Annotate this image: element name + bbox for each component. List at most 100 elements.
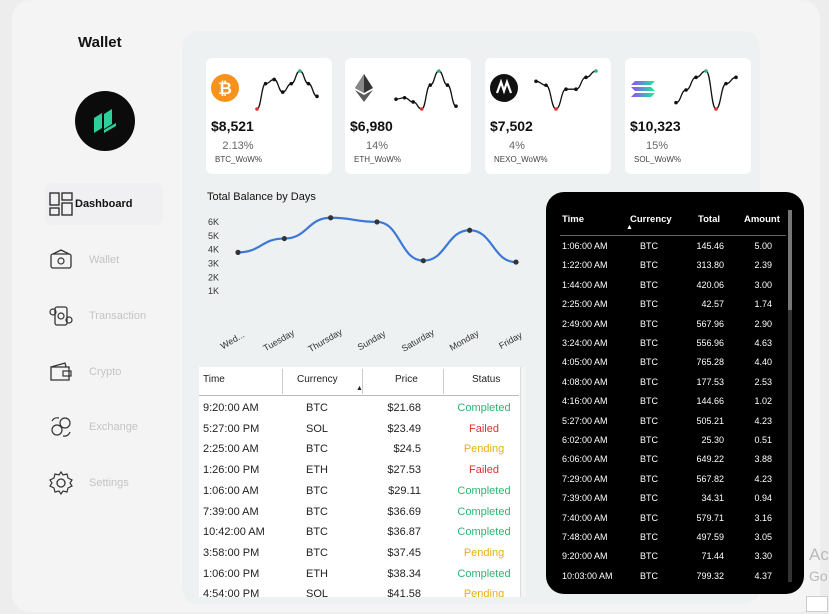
cell-total: 567.96 (696, 318, 724, 329)
sort-asc-icon[interactable]: ▲ (626, 224, 633, 231)
table-row[interactable]: 6:02:00 AM BTC 25.30 0.51 (560, 431, 786, 450)
column-header[interactable]: Currency (630, 214, 672, 225)
transaction-icon (48, 303, 74, 329)
cell-currency: SOL (305, 422, 328, 435)
table-row[interactable]: 4:08:00 AM BTC 177.53 2.53 (560, 373, 786, 392)
cell-time: 7:29:00 AM (562, 473, 608, 484)
column-header[interactable]: Time (203, 374, 225, 385)
table-row[interactable]: 4:05:00 AM BTC 765.28 4.40 (560, 353, 786, 372)
sidebar-item-crypto[interactable]: Crypto (45, 351, 163, 393)
cell-amount: 3.16 (754, 512, 772, 523)
sidebar-item-wallet[interactable]: Wallet (45, 239, 163, 281)
cell-status: Completed (457, 402, 511, 414)
price-card-eth[interactable]: $6,980 14% ETH_WoW% (345, 58, 471, 174)
cell-amount: 2.90 (754, 318, 772, 329)
cell-time: 7:48:00 AM (562, 532, 608, 542)
column-header[interactable]: Price (395, 374, 418, 385)
sidebar-item-label: Crypto (89, 366, 122, 378)
table-row[interactable]: 1:06:00 AM BTC 145.46 5.00 (560, 237, 786, 256)
sparkline-point (437, 69, 441, 73)
cell-total: 497.59 (696, 532, 724, 542)
balance-line-chart: 6K 5K 4K 3K 2K 1K Wed... Tuesday Thursday Sunday S… (208, 215, 524, 354)
balance-data-point[interactable] (467, 227, 473, 233)
cell-time: 3:58:00 PM (203, 546, 260, 559)
gear-icon (48, 470, 74, 496)
cell-total: 313.80 (696, 260, 724, 271)
table-row[interactable]: 5:27:00 PM SOL $23.49 Failed (199, 419, 519, 440)
balance-data-point[interactable] (235, 249, 241, 255)
table-row[interactable]: 4:54:00 PM SOL $41.58 Pending (199, 584, 519, 597)
balance-data-point[interactable] (374, 219, 380, 225)
y-tick-label: 3K (208, 258, 219, 268)
scrollbar-thumb[interactable] (788, 210, 792, 310)
cell-total: 71.44 (701, 551, 724, 562)
card-change: 15% (645, 140, 669, 152)
column-header[interactable]: Amount (744, 214, 780, 225)
cell-price: $38.34 (387, 567, 421, 580)
cell-total: 420.06 (696, 279, 724, 290)
balance-data-point[interactable] (513, 259, 519, 265)
cell-amount: 5.00 (754, 241, 772, 251)
table-row[interactable]: 2:25:00 AM BTC 42.57 1.74 (560, 295, 786, 314)
sidebar-item-transaction[interactable]: Transaction (45, 295, 163, 337)
table-row[interactable]: 7:48:00 AM BTC 497.59 3.05 (560, 528, 786, 547)
sparkline-sol (674, 69, 738, 111)
table-row[interactable]: 1:22:00 AM BTC 313.80 2.39 (560, 256, 786, 275)
table-row[interactable]: 1:06:00 PM ETH $38.34 Completed (199, 564, 519, 585)
sparkline-point (574, 87, 578, 92)
column-header[interactable]: Currency (297, 374, 338, 385)
column-header[interactable]: Time (562, 214, 584, 225)
table-row[interactable]: 2:25:00 AM BTC $24.5 Pending (199, 439, 519, 460)
balance-data-point[interactable] (328, 215, 334, 221)
cell-currency: BTC (306, 505, 328, 518)
table-row[interactable]: 1:44:00 AM BTC 420.06 3.00 (560, 276, 786, 295)
sparkline-point (564, 87, 568, 92)
table-row[interactable]: 10:03:00 AM BTC 799.32 4.37 (560, 567, 786, 586)
sidebar-item-label: Exchange (89, 421, 138, 433)
x-tick-label: Sunday (356, 328, 388, 352)
table-row[interactable]: 10:42:00 AM BTC $36.87 Completed (199, 522, 519, 543)
table-row[interactable]: 3:58:00 PM BTC $37.45 Pending (199, 543, 519, 564)
sidebar-item-dashboard[interactable]: Dashboard (45, 183, 163, 225)
cell-amount: 4.63 (754, 338, 772, 348)
column-header[interactable]: Total (698, 214, 720, 225)
balance-data-point[interactable] (281, 235, 287, 242)
sidebar-item-settings[interactable]: Settings (45, 462, 163, 504)
cell-time: 4:08:00 AM (562, 376, 608, 387)
sparkline-point (411, 100, 415, 104)
table-row[interactable]: 6:06:00 AM BTC 649.22 3.88 (560, 450, 786, 469)
table-header: Time Currency ▲ Total Amount (560, 192, 786, 236)
cell-total: 145.46 (696, 241, 724, 251)
cell-total: 579.71 (696, 512, 724, 523)
price-card-btc[interactable]: ₿ $8,521 2.13% BTC_WoW% (206, 58, 332, 174)
table-row[interactable]: 7:40:00 AM BTC 579.71 3.16 (560, 509, 786, 528)
vertical-scrollbar[interactable] (520, 367, 526, 597)
cell-time: 5:27:00 PM (203, 422, 260, 435)
table-row[interactable]: 3:24:00 AM BTC 556.96 4.63 (560, 334, 786, 353)
cell-total: 567.82 (696, 473, 724, 484)
table-row[interactable]: 9:20:00 AM BTC $21.68 Completed (199, 398, 519, 419)
table-row[interactable]: 7:29:00 AM BTC 567.82 4.23 (560, 470, 786, 489)
sparkline-path (395, 70, 457, 110)
table-row[interactable]: 2:49:00 AM BTC 567.96 2.90 (560, 315, 786, 334)
table-row[interactable]: 7:39:00 AM BTC 34.31 0.94 (560, 489, 786, 508)
sidebar-item-exchange[interactable]: Exchange (45, 406, 163, 448)
table-row[interactable]: 4:16:00 AM BTC 144.66 1.02 (560, 392, 786, 411)
sidebar-item-label: Transaction (89, 310, 147, 322)
table-row[interactable]: 1:26:00 PM ETH $27.53 Failed (199, 460, 519, 481)
sparkline-point (734, 75, 738, 80)
sparkline-point (534, 79, 538, 84)
table-row[interactable]: 5:27:00 AM BTC 505.21 4.23 (560, 412, 786, 431)
card-change: 2.13% (222, 140, 254, 152)
table-row[interactable]: 9:20:00 AM BTC 71.44 3.30 (560, 547, 786, 566)
cell-currency: BTC (640, 357, 658, 368)
price-card-sol[interactable]: $10,323 15% SOL_WoW% (625, 58, 751, 174)
cell-time: 7:39:00 AM (203, 505, 259, 518)
balance-data-point[interactable] (420, 258, 426, 264)
cell-price: $36.69 (387, 505, 421, 518)
table-row[interactable]: 7:39:00 AM BTC $36.69 Completed (199, 502, 519, 523)
price-card-nexo[interactable]: $7,502 4% NEXO_WoW% (485, 58, 611, 174)
column-header[interactable]: Status (472, 374, 500, 385)
x-tick-label: Tuesday (262, 327, 297, 353)
table-row[interactable]: 1:06:00 AM BTC $29.11 Completed (199, 481, 519, 502)
